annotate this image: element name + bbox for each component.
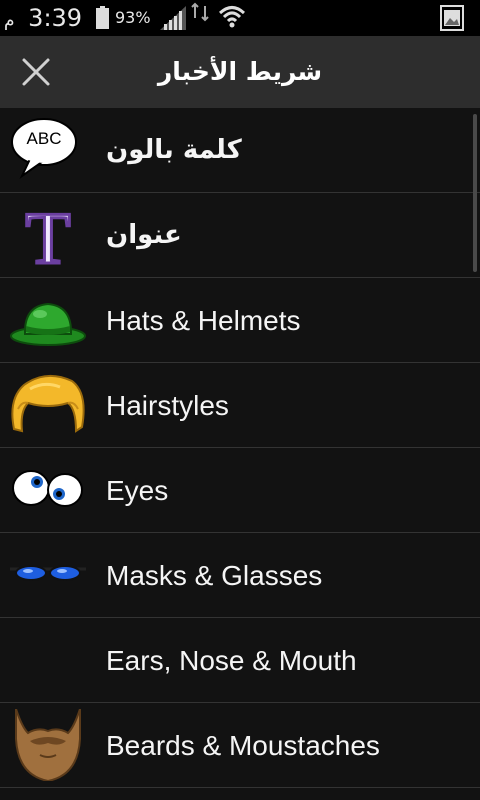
page-title: شريط الأخبار xyxy=(157,57,323,86)
speech-bubble-icon: ABC xyxy=(11,118,77,179)
eyes-icon-box xyxy=(8,454,88,526)
list-item-label: Masks & Glasses xyxy=(106,560,323,591)
bubble-text: ABC xyxy=(27,129,62,148)
status-time-value: 3:39 xyxy=(28,4,83,32)
beard-icon-box xyxy=(8,708,88,783)
hair-icon-box xyxy=(8,369,88,441)
close-icon xyxy=(22,58,50,86)
wifi-icon xyxy=(218,6,246,28)
list-item-label: Ears, Nose & Mouth xyxy=(106,645,357,676)
list-item-label: عنوان xyxy=(106,220,182,250)
status-ampm: م xyxy=(4,11,15,31)
blonde-hair-icon xyxy=(11,374,85,433)
title-icon-box: T xyxy=(8,197,88,282)
scrollbar[interactable] xyxy=(473,114,477,272)
glasses-icon-box xyxy=(8,539,88,611)
list-item-label: كلمة بالون xyxy=(106,135,242,165)
battery-icon xyxy=(96,6,109,29)
blue-glasses-icon xyxy=(10,565,86,581)
speech-bubble-icon-box: ABC xyxy=(8,114,88,186)
list-item-hairstyles[interactable]: Hairstyles xyxy=(0,363,480,448)
gallery-notification-icon xyxy=(440,5,464,31)
close-button[interactable] xyxy=(14,50,58,94)
list-item-masks-glasses[interactable]: Masks & Glasses xyxy=(0,533,480,618)
list-item-title[interactable]: T عنوان xyxy=(0,193,480,282)
list-item-label: Hats & Helmets xyxy=(106,305,301,336)
list-item-label: Beards & Moustaches xyxy=(106,730,380,761)
signal-icon xyxy=(160,6,186,30)
data-transfer-icon xyxy=(191,2,209,22)
status-time: 3:39 م xyxy=(4,3,82,36)
list-item-ears-nose-mouth[interactable]: Ears, Nose & Mouth xyxy=(0,618,480,703)
category-list[interactable]: ABC كلمة بالون T عنوان Hats & Helmets Ha… xyxy=(0,108,480,800)
list-item-label: Eyes xyxy=(106,475,169,506)
app-header: شريط الأخبار xyxy=(0,36,480,108)
beard-icon xyxy=(15,708,81,783)
battery-percent: 93% xyxy=(115,8,151,27)
list-item-label: Hairstyles xyxy=(106,390,229,421)
title-glyph: T xyxy=(25,199,70,271)
title-t-icon: T xyxy=(24,197,72,282)
list-item-hats[interactable]: Hats & Helmets xyxy=(0,278,480,363)
green-hat-icon xyxy=(10,302,86,346)
list-item-beards[interactable]: Beards & Moustaches xyxy=(0,703,480,788)
cartoon-eyes-icon xyxy=(12,470,83,507)
status-bar: 3:39 م 93% xyxy=(0,0,480,36)
list-item-eyes[interactable]: Eyes xyxy=(0,448,480,533)
list-item-speech-bubble[interactable]: ABC كلمة بالون xyxy=(0,108,480,193)
hat-icon-box xyxy=(8,284,88,356)
